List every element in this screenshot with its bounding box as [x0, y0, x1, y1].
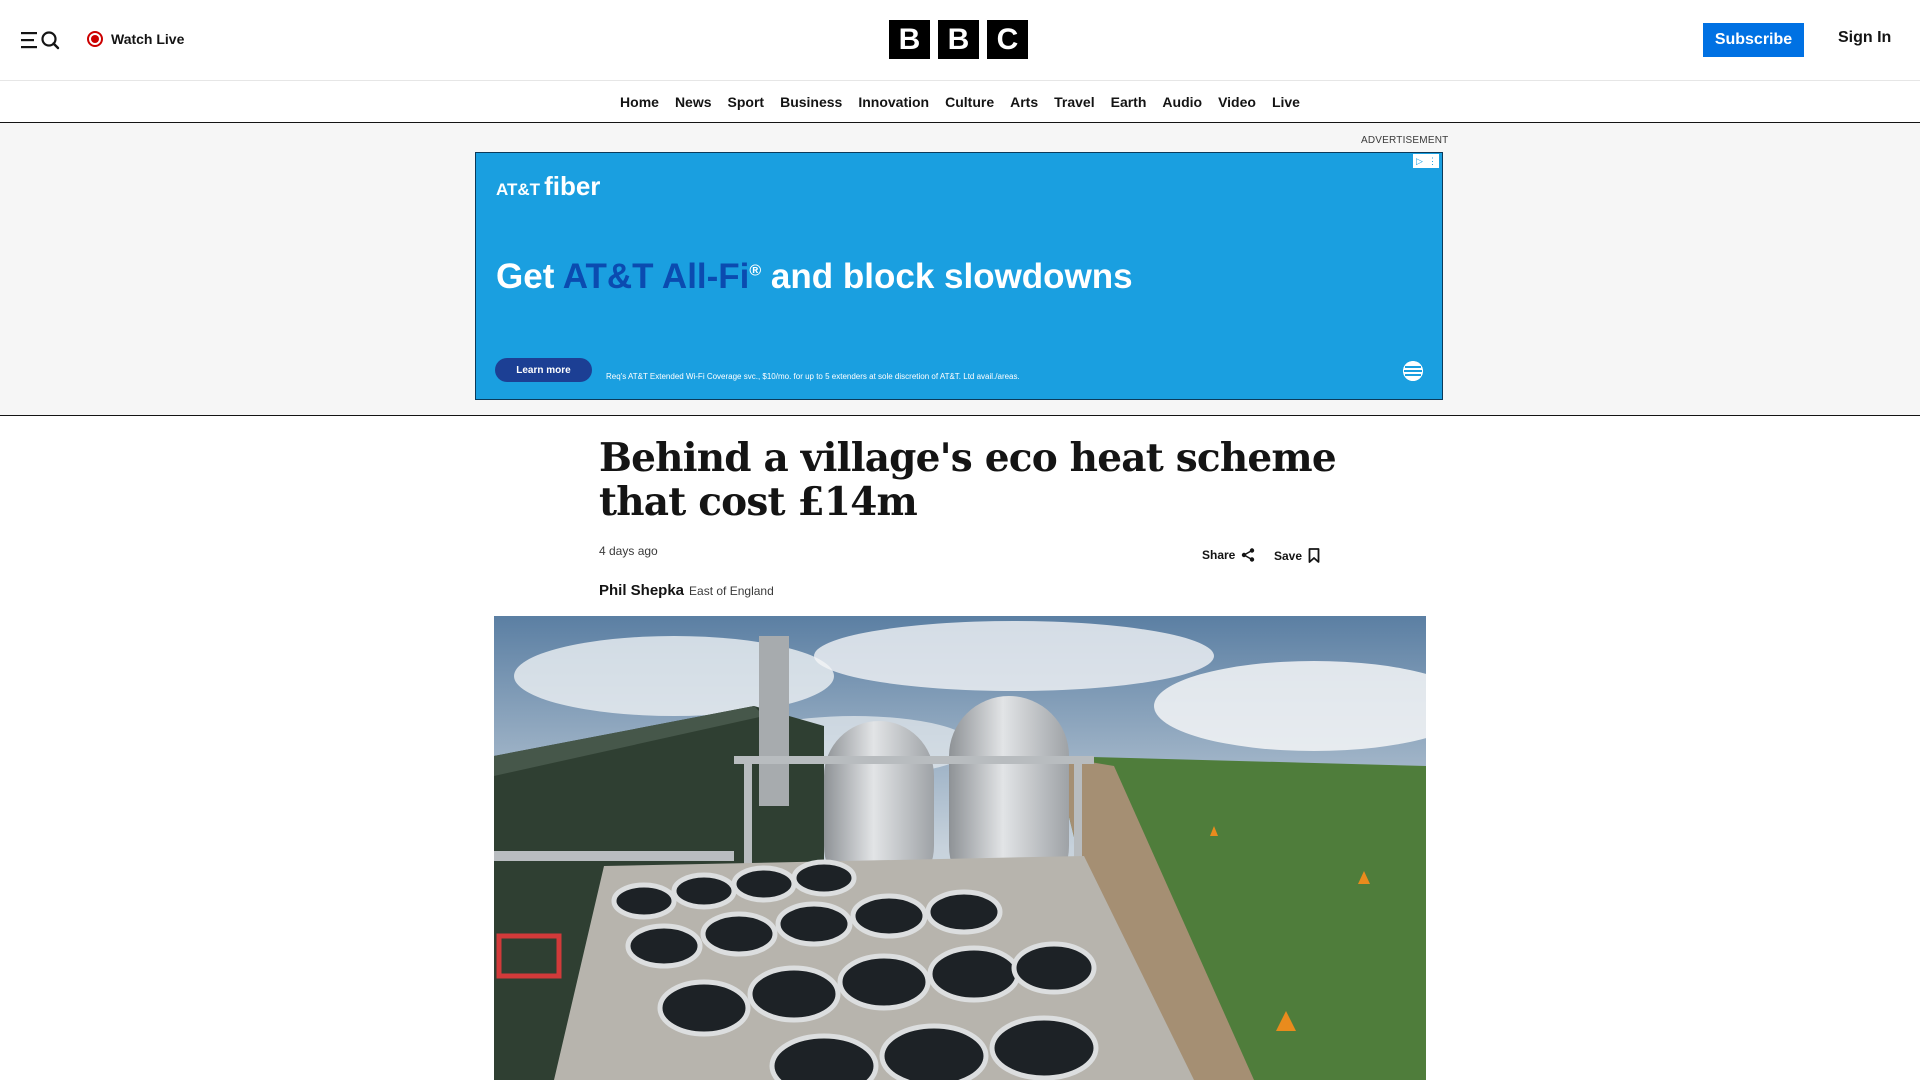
nav-item-innovation[interactable]: Innovation [850, 94, 937, 110]
watch-live-label: Watch Live [111, 31, 185, 47]
share-icon [1242, 548, 1255, 562]
ad-headline-start: Get [496, 257, 563, 296]
ad-headline: Get AT&T All-Fi® and block slowdowns [496, 257, 1133, 297]
bbc-logo[interactable]: B B C [889, 20, 1028, 59]
save-label: Save [1274, 548, 1303, 563]
sign-in-link[interactable]: Sign In [1838, 29, 1891, 47]
nav-list: Home News Sport Business Innovation Cult… [0, 81, 1920, 122]
hero-image [494, 616, 1426, 1080]
author-name[interactable]: Phil Shepka [599, 582, 684, 599]
author-location: East of England [689, 584, 774, 598]
logo-letter-b1: B [889, 20, 930, 59]
nav-item-culture[interactable]: Culture [937, 94, 1002, 110]
share-button[interactable]: Share [1202, 548, 1255, 562]
nav-item-travel[interactable]: Travel [1046, 94, 1102, 110]
nav-item-arts[interactable]: Arts [1002, 94, 1046, 110]
byline: Phil Shepka East of England [599, 582, 774, 599]
ad-headline-mark: ® [749, 262, 762, 280]
ad-options-icon[interactable]: ⋮ [1426, 154, 1439, 168]
nav-item-news[interactable]: News [667, 94, 720, 110]
att-globe-icon [1403, 361, 1423, 381]
top-header: Watch Live B B C Subscribe Sign In [0, 0, 1920, 81]
article-headline: Behind a village's eco heat scheme that … [599, 435, 1337, 525]
nav-item-home[interactable]: Home [612, 94, 667, 110]
ad-brand-logo: AT&T fiber [496, 171, 600, 202]
nav-item-earth[interactable]: Earth [1103, 94, 1155, 110]
share-label: Share [1202, 548, 1236, 562]
nav-item-business[interactable]: Business [772, 94, 850, 110]
heat-plant-photo [494, 616, 1426, 1080]
ad-brand-att: AT&T [496, 180, 541, 199]
nav-item-sport[interactable]: Sport [720, 94, 773, 110]
nav-item-video[interactable]: Video [1210, 94, 1264, 110]
ad-brand-fiber: fiber [544, 171, 601, 201]
nav-item-audio[interactable]: Audio [1154, 94, 1210, 110]
save-button[interactable]: Save [1274, 548, 1320, 563]
nav-item-live[interactable]: Live [1264, 94, 1308, 110]
ad-headline-highlight: AT&T All-Fi [562, 257, 750, 296]
ad-label: ADVERTISEMENT [1361, 135, 1449, 146]
menu-search-button[interactable] [21, 27, 61, 53]
ad-disclaimer: Req's AT&T Extended Wi-Fi Coverage svc.,… [606, 372, 1020, 381]
ad-choices-icon[interactable]: ▷ [1413, 154, 1426, 168]
ad-learn-more-button[interactable]: Learn more [495, 358, 592, 382]
subscribe-button[interactable]: Subscribe [1703, 23, 1804, 57]
live-icon [87, 31, 103, 47]
logo-letter-b2: B [938, 20, 979, 59]
main-nav: Home News Sport Business Innovation Cult… [0, 81, 1920, 123]
article-timestamp: 4 days ago [599, 544, 658, 558]
ad-banner[interactable]: AT&T fiber Get AT&T All-Fi® and block sl… [475, 152, 1443, 400]
ad-choices-controls[interactable]: ▷ ⋮ [1413, 154, 1439, 168]
bookmark-icon [1308, 548, 1320, 563]
logo-letter-c: C [987, 20, 1028, 59]
menu-icon [21, 31, 60, 50]
watch-live-link[interactable]: Watch Live [87, 28, 184, 50]
ad-headline-end: and block slowdowns [761, 257, 1133, 296]
